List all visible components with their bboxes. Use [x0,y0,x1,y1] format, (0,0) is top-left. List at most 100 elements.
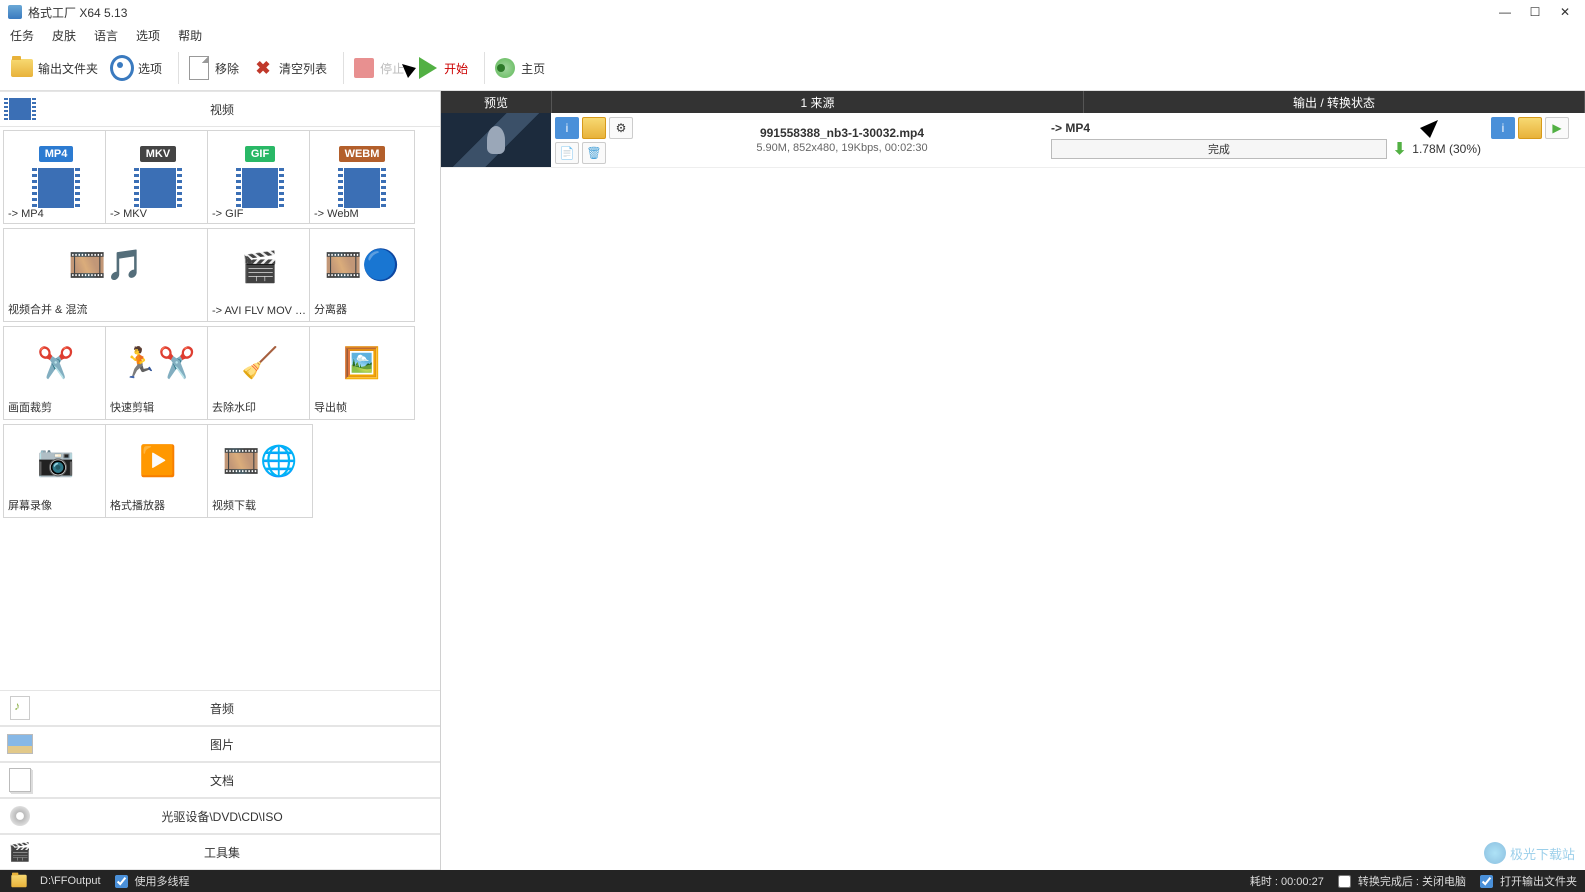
video-tile[interactable]: 🎞️🌐视频下载 [207,424,313,518]
menu-tasks[interactable]: 任务 [10,27,34,44]
maximize-button[interactable]: ☐ [1529,5,1541,19]
tile-label: 画面裁剪 [8,399,52,415]
video-tile[interactable]: 🎞️🔵分离器 [309,228,415,322]
stop-label: 停止 [380,60,404,77]
category-document-label: 文档 [34,772,440,789]
shutdown-label: 转换完成后 : 关闭电脑 [1358,873,1466,889]
start-label: 开始 [444,60,468,77]
menu-options[interactable]: 选项 [136,27,160,44]
task-result-size: 1.78M (30%) [1412,142,1481,156]
tile-label: 分离器 [314,301,347,317]
category-video-tab[interactable]: 视频 [0,91,440,127]
task-thumbnail [441,113,551,167]
output-folder-button[interactable]: 输出文件夹 [6,54,102,82]
tile-icon: 🎞️🌐 [212,427,308,497]
open-output-toggle[interactable]: 打开输出文件夹 [1476,872,1577,891]
tile-label: 快速剪辑 [110,399,154,415]
sidebar: 视频 MP4-> MP4MKV-> MKVGIF-> GIFWEBM-> Web… [0,91,441,870]
video-tile[interactable]: 🧹去除水印 [207,326,313,420]
document-icon [9,768,31,792]
category-image-tab[interactable]: 图片 [0,726,440,762]
menu-help[interactable]: 帮助 [178,27,202,44]
shutdown-after-toggle[interactable]: 转换完成后 : 关闭电脑 [1334,872,1466,891]
delete-button[interactable]: 🗑 [582,142,606,164]
task-row[interactable]: i⚙📄🗑991558388_nb3-1-30032.mp45.90M, 852x… [441,113,1585,168]
tile-icon: 🎞️🎵 [8,231,204,301]
category-document-tab[interactable]: 文档 [0,762,440,798]
menubar: 任务 皮肤 语言 选项 帮助 [0,24,1585,46]
category-disc-tab[interactable]: 光驱设备\DVD\CD\ISO [0,798,440,834]
clear-list-button[interactable]: ✖ 清空列表 [247,54,331,82]
remove-button[interactable]: 移除 [183,54,243,82]
tile-icon: 🎞️🔵 [314,231,410,301]
header-preview: 预览 [441,91,552,113]
multithread-label: 使用多线程 [135,873,190,889]
stop-icon [352,56,376,80]
task-fileinfo: 5.90M, 852x480, 19Kbps, 00:02:30 [756,142,927,154]
audio-icon [10,696,30,720]
video-tile[interactable]: 📷屏幕录像 [3,424,109,518]
video-tile-grid: MP4-> MP4MKV-> MKVGIF-> GIFWEBM-> WebM🎞️… [3,130,437,518]
video-tile[interactable]: MKV-> MKV [105,130,211,224]
tile-label: -> AVI FLV MOV Etc... [212,305,308,317]
video-tile[interactable]: 🎞️🎵视频合并 & 混流 [3,228,209,322]
multithread-checkbox[interactable] [115,875,128,888]
task-output-format: -> MP4 [1051,121,1481,135]
start-button[interactable]: 开始 [412,54,472,82]
category-image-label: 图片 [34,736,440,753]
multithread-toggle[interactable]: 使用多线程 [111,872,190,891]
folder-icon [10,56,34,80]
info-button[interactable]: i [555,117,579,139]
shutdown-checkbox[interactable] [1338,875,1351,888]
category-tools-label: 工具集 [34,844,440,861]
video-tile[interactable]: 🖼️导出帧 [309,326,415,420]
tile-label: -> WebM [314,208,359,219]
video-tile[interactable]: GIF-> GIF [207,130,313,224]
video-tile[interactable]: 🎬-> AVI FLV MOV Etc... [207,228,313,322]
video-tile[interactable]: ✂️画面裁剪 [3,326,109,420]
output-folder-label: 输出文件夹 [38,60,98,77]
video-tile[interactable]: MP4-> MP4 [3,130,109,224]
tools-icon: 🎬 [6,838,34,866]
category-audio-tab[interactable]: 音频 [0,690,440,726]
category-tools-tab[interactable]: 🎬 工具集 [0,834,440,870]
menu-skin[interactable]: 皮肤 [52,27,76,44]
close-button[interactable]: ✕ [1559,5,1571,19]
rename-button[interactable]: 📄 [555,142,579,164]
output-info-button[interactable]: i [1491,117,1515,139]
category-audio-label: 音频 [34,700,440,717]
tile-icon: 📷 [8,427,104,497]
window-title: 格式工厂 X64 5.13 [28,4,1499,21]
options-label: 选项 [138,60,162,77]
video-tile[interactable]: 🏃✂️快速剪辑 [105,326,211,420]
tile-icon: 🖼️ [314,329,410,399]
open-output-checkbox[interactable] [1480,875,1493,888]
tile-icon: MKV [110,133,206,208]
task-list-panel: 预览 1 来源 输出 / 转换状态 i⚙📄🗑991558388_nb3-1-30… [441,91,1585,870]
elapsed-time: 耗时 : 00:00:27 [1250,873,1324,889]
output-path[interactable]: D:\FFOutput [40,875,101,887]
homepage-label: 主页 [521,60,545,77]
stop-button[interactable]: 停止 [348,54,408,82]
play-icon [416,56,440,80]
minimize-button[interactable]: — [1499,5,1511,19]
tile-label: 格式播放器 [110,497,165,513]
tile-label: -> MP4 [8,208,44,219]
open-output-label: 打开输出文件夹 [1500,873,1577,889]
homepage-button[interactable]: 主页 [489,54,549,82]
download-arrow-icon: ⬇ [1393,139,1406,159]
tile-icon: MP4 [8,133,104,208]
open-source-folder-button[interactable] [582,117,606,139]
tile-label: 导出帧 [314,399,347,415]
menu-language[interactable]: 语言 [94,27,118,44]
tile-label: -> GIF [212,208,243,219]
play-output-button[interactable]: ▶ [1545,117,1569,139]
header-output: 输出 / 转换状态 [1084,91,1585,113]
settings-button[interactable]: ⚙ [609,117,633,139]
remove-label: 移除 [215,60,239,77]
options-button[interactable]: 选项 [106,54,166,82]
open-output-folder-button[interactable] [1518,117,1542,139]
video-tile[interactable]: WEBM-> WebM [309,130,415,224]
video-tile[interactable]: ▶️格式播放器 [105,424,211,518]
tile-icon: GIF [212,133,308,208]
